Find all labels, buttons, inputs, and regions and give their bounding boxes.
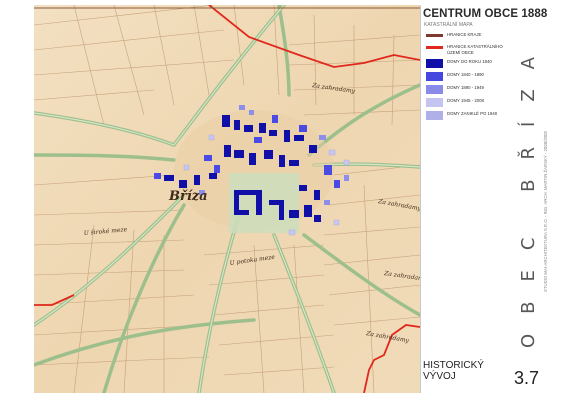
legend-item: DOMY DO ROKU 1840 xyxy=(426,59,517,68)
legend-item: HRANICE KATASTRÁLNÍHO ÚZEMÍ OBCE xyxy=(426,44,517,56)
legend-swatch xyxy=(426,46,443,49)
section-title: HISTORICKÝ VÝVOJ xyxy=(423,360,484,382)
vertical-title-wrap: OBEC BŘÍZA xyxy=(518,18,540,368)
vertical-credits: STUDIO MAI-ARCHITEKTURA S.R.O. - ING. AR… xyxy=(543,131,548,293)
legend-label: HRANICE KATASTRÁLNÍHO ÚZEMÍ OBCE xyxy=(447,44,503,55)
legend-label: DOMY ZANIKLÉ PO 1948 xyxy=(447,111,498,116)
legend-swatch xyxy=(426,72,443,81)
legend-item: DOMY 1890 - 1949 xyxy=(426,85,517,94)
legend-swatch xyxy=(426,85,443,94)
village-label: Bříza xyxy=(168,189,208,204)
page-number: 3.7 xyxy=(514,368,540,388)
legend-swatch xyxy=(426,98,443,107)
legend-item: DOMY 1840 - 1890 xyxy=(426,72,517,81)
vertical-title: OBEC BŘÍZA xyxy=(518,37,539,349)
village-green xyxy=(229,173,299,233)
section-title-line1: HISTORICKÝ xyxy=(423,360,484,371)
legend-item: DOMY 1945 - 2008 xyxy=(426,98,517,107)
section-title-line2: VÝVOJ xyxy=(423,371,456,382)
cadastral-map[interactable]: Bříza Za zahradamy Za zahradamy U široké… xyxy=(34,5,420,393)
legend-label: DOMY 1840 - 1890 xyxy=(447,72,484,77)
legend-label: DOMY DO ROKU 1840 xyxy=(447,59,492,64)
legend-label: DOMY 1890 - 1949 xyxy=(447,85,484,90)
legend-swatch xyxy=(426,34,443,37)
map-subtitle: KATASTRÁLNÍ MAPA xyxy=(424,22,473,28)
legend-label: HRANICE KRAJE xyxy=(447,32,482,37)
legend-swatch xyxy=(426,59,443,68)
map-svg: Bříza Za zahradamy Za zahradamy U široké… xyxy=(34,5,420,393)
legend-swatch xyxy=(426,111,443,120)
legend-item: HRANICE KRAJE xyxy=(426,32,517,38)
legend-item: DOMY ZANIKLÉ PO 1948 xyxy=(426,111,517,120)
legend-label: DOMY 1945 - 2008 xyxy=(447,98,484,103)
